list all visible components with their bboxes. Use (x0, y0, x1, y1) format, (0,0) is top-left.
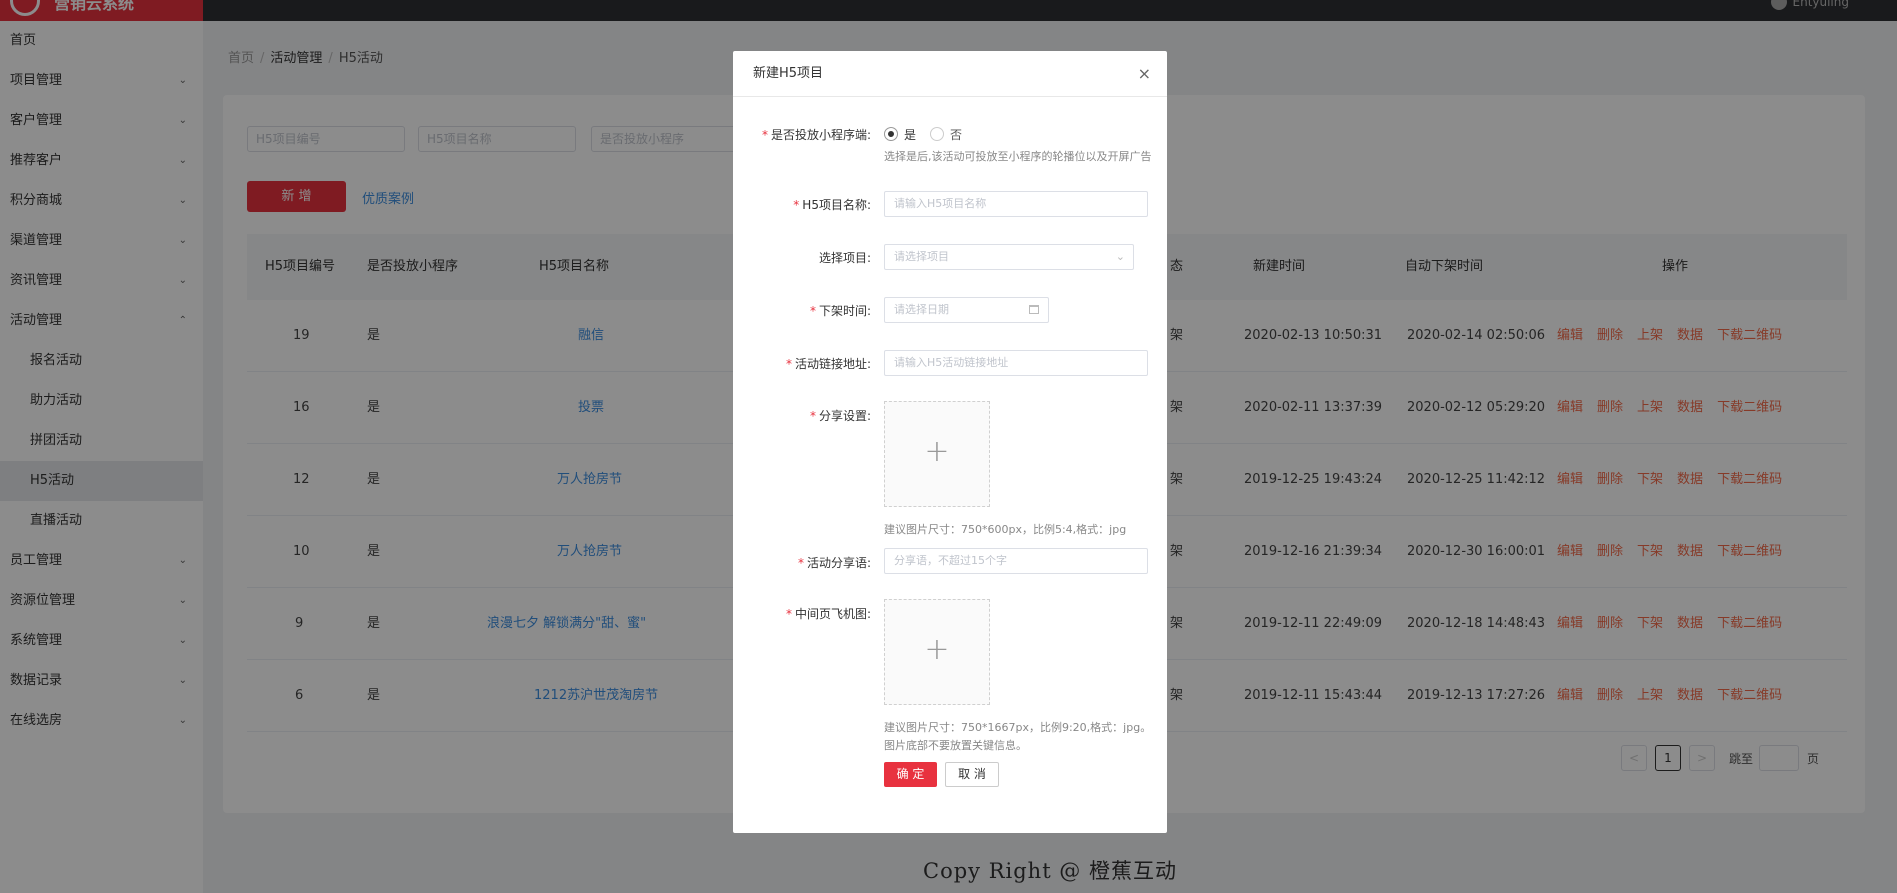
required-mark: * (785, 607, 792, 621)
new-h5-project-dialog: 新建H5项目 × * 是否投放小程序端: 是 否 选择是后,该活动可投放至小程序的… (733, 51, 1167, 833)
required-mark: * (809, 304, 816, 318)
miniprogram-label: * 是否投放小程序端: (762, 126, 871, 143)
share-image-upload[interactable]: + (884, 401, 990, 507)
middle-image-label: * 中间页飞机图: (786, 605, 871, 622)
project-select[interactable]: 请选择项目 ⌄ (884, 244, 1134, 270)
label-text: 中间页飞机图: (794, 607, 871, 621)
confirm-button[interactable]: 确 定 (884, 762, 937, 787)
date-placeholder: 请选择日期 (894, 303, 949, 316)
dialog-header: 新建H5项目 × (733, 51, 1167, 97)
share-slogan-input[interactable]: 分享语，不超过15个字 (884, 548, 1148, 574)
miniprogram-radio-group: 是 否 (884, 127, 1004, 143)
label-text: 选择项目: (818, 251, 871, 265)
chevron-down-icon: ⌄ (1115, 250, 1125, 263)
cancel-button[interactable]: 取 消 (945, 762, 999, 787)
required-mark: * (793, 198, 800, 212)
share-slogan-label: * 活动分享语: (798, 554, 871, 571)
h5-name-input[interactable]: 请输入H5项目名称 (884, 191, 1148, 217)
required-mark: * (761, 128, 768, 142)
project-label: 选择项目: (819, 249, 871, 266)
share-settings-label: * 分享设置: (810, 407, 871, 424)
miniprogram-hint: 选择是后,该活动可投放至小程序的轮播位以及开屏广告 (884, 150, 1152, 163)
offline-date-picker[interactable]: 请选择日期 (884, 297, 1049, 323)
project-select-placeholder: 请选择项目 (894, 250, 949, 263)
middle-image-upload[interactable]: + (884, 599, 990, 705)
required-mark: * (809, 409, 816, 423)
radio-yes[interactable] (884, 127, 898, 141)
link-label: * 活动链接地址: (786, 355, 871, 372)
radio-no-label[interactable]: 否 (950, 126, 962, 143)
label-text: 活动分享语: (806, 556, 871, 570)
close-icon[interactable]: × (1138, 51, 1151, 97)
label-text: 是否投放小程序端: (770, 128, 871, 142)
label-text: 活动链接地址: (794, 357, 871, 371)
calendar-icon (1029, 305, 1039, 314)
middle-image-hint: 建议图片尺寸：750*1667px，比例9:20,格式：jpg。图片底部不要放置… (884, 721, 1152, 752)
offline-date-label: * 下架时间: (810, 302, 871, 319)
required-mark: * (797, 556, 804, 570)
label-text: H5项目名称: (802, 198, 871, 212)
name-label: * H5项目名称: (793, 196, 871, 213)
label-text: 下架时间: (818, 304, 871, 318)
label-text: 分享设置: (818, 409, 871, 423)
share-image-hint: 建议图片尺寸：750*600px，比例5:4,格式：jpg (884, 523, 1127, 536)
plus-icon: + (924, 434, 950, 469)
required-mark: * (785, 357, 792, 371)
plus-icon: + (924, 632, 950, 667)
radio-no[interactable] (930, 127, 944, 141)
radio-yes-label[interactable]: 是 (904, 126, 916, 143)
dialog-title: 新建H5项目 (753, 66, 824, 81)
activity-link-input[interactable]: 请输入H5活动链接地址 (884, 350, 1148, 376)
